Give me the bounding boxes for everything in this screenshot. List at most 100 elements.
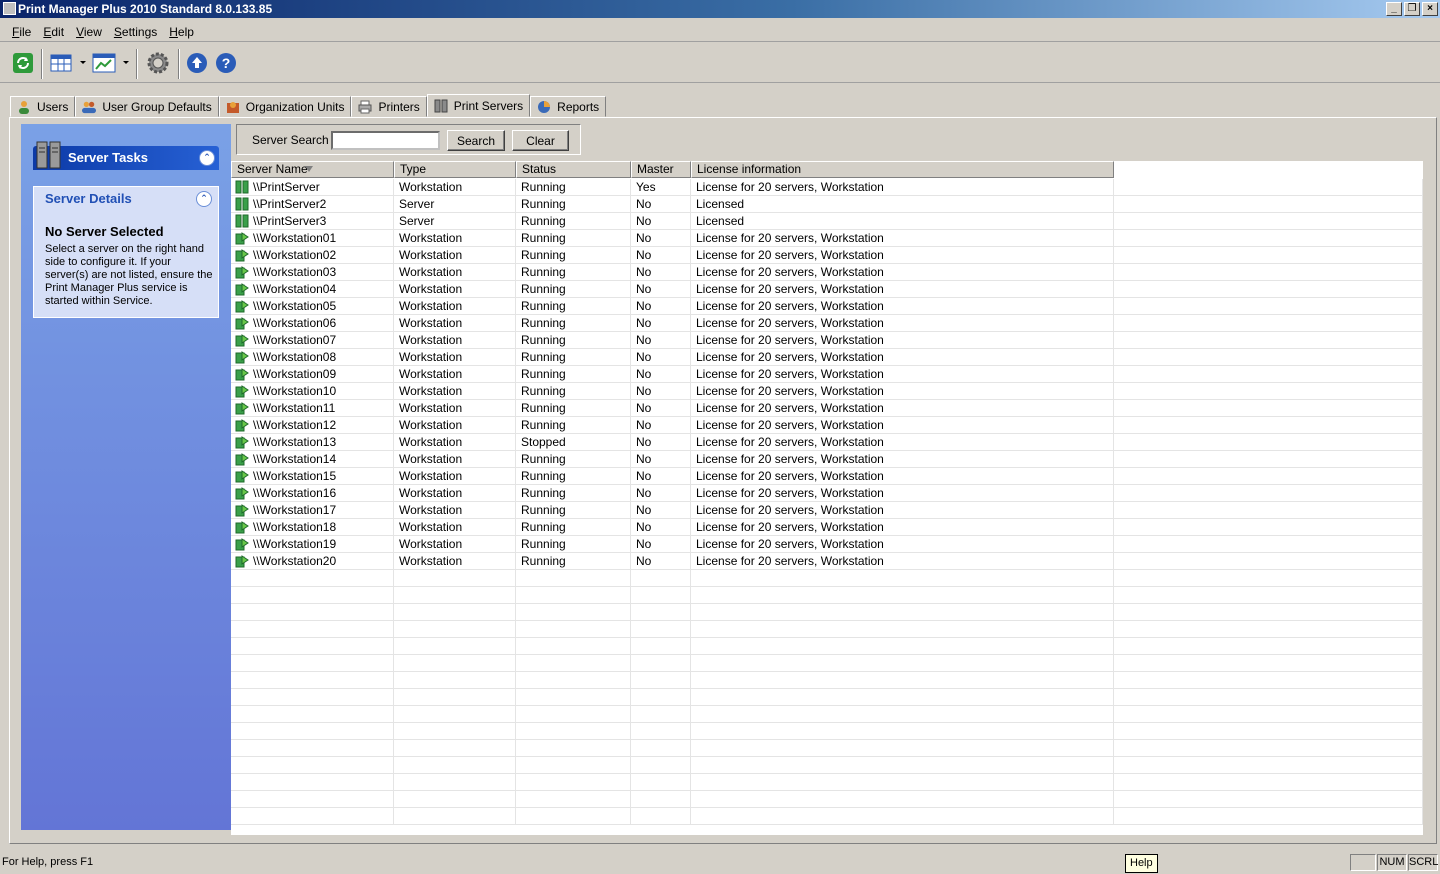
cell-master	[631, 723, 691, 740]
collapse-details-icon[interactable]: ⌃	[196, 191, 212, 207]
upload-button[interactable]	[183, 49, 211, 77]
table-row[interactable]: \\Workstation06 Workstation Running No Licen…	[231, 315, 1423, 332]
workstation-arrow-icon	[235, 249, 249, 262]
table-row[interactable]: \\Workstation17 Workstation Running No Licen…	[231, 502, 1423, 519]
table-row[interactable]: \\PrintServer3 Server Running No Licensed	[231, 213, 1423, 230]
empty-row	[231, 757, 1423, 774]
menu-file[interactable]: File	[6, 25, 37, 39]
cell-server-name	[231, 689, 394, 706]
empty-row	[231, 689, 1423, 706]
table-row[interactable]: \\Workstation18 Workstation Running No Licen…	[231, 519, 1423, 536]
table-row[interactable]: \\Workstation12 Workstation Running No Licen…	[231, 417, 1423, 434]
table-row[interactable]: \\Workstation14 Workstation Running No Licen…	[231, 451, 1423, 468]
cell-status	[516, 621, 631, 638]
menu-view[interactable]: View	[70, 25, 108, 39]
cell-type	[394, 621, 516, 638]
server-tasks-header[interactable]: Server Tasks ⌃	[33, 141, 219, 170]
cell-empty	[1114, 264, 1423, 281]
tab-reports[interactable]: Reports	[530, 96, 607, 117]
table-row[interactable]: \\Workstation19 Workstation Running No Licen…	[231, 536, 1423, 553]
table-row[interactable]: \\Workstation07 Workstation Running No Licen…	[231, 332, 1423, 349]
cell-server-name: \\Workstation08	[231, 349, 394, 366]
server-details-header[interactable]: Server Details ⌃	[33, 186, 219, 210]
view-grid-icon	[50, 54, 72, 72]
tab-users[interactable]: Users	[10, 96, 76, 117]
tab-print-servers[interactable]: Print Servers	[426, 94, 531, 117]
status-pane-scrl: SCRL	[1408, 854, 1438, 871]
empty-row	[231, 655, 1423, 672]
table-row[interactable]: \\Workstation01 Workstation Running No Licen…	[231, 230, 1423, 247]
clear-button[interactable]: Clear	[512, 130, 569, 151]
server-details-title: Server Details	[45, 191, 132, 206]
table-row[interactable]: \\PrintServer Workstation Running Yes Licens…	[231, 179, 1423, 196]
column-master[interactable]: Master	[631, 161, 691, 178]
table-row[interactable]: \\Workstation10 Workstation Running No Licen…	[231, 383, 1423, 400]
tab-user-group-defaults[interactable]: User Group Defaults	[75, 96, 219, 117]
cell-type	[394, 791, 516, 808]
cell-master	[631, 808, 691, 825]
column-type[interactable]: Type	[394, 161, 516, 178]
refresh-button[interactable]	[9, 49, 37, 77]
column-server-name[interactable]: Server Name	[231, 161, 394, 178]
server-search-input[interactable]	[331, 131, 440, 150]
table-row[interactable]: \\Workstation16 Workstation Running No Licen…	[231, 485, 1423, 502]
tab-printers[interactable]: Printers	[351, 96, 427, 117]
table-row[interactable]: \\Workstation15 Workstation Running No Licen…	[231, 468, 1423, 485]
cell-status: Running	[516, 213, 631, 230]
table-row[interactable]: \\Workstation02 Workstation Running No Licen…	[231, 247, 1423, 264]
minimize-button[interactable]: _	[1386, 2, 1402, 16]
view-grid-button[interactable]	[47, 49, 75, 77]
tab-strip: Users User Group Defaults Organization U…	[10, 94, 607, 117]
collapse-tasks-icon[interactable]: ⌃	[199, 150, 215, 166]
cell-master	[631, 740, 691, 757]
close-button[interactable]: ×	[1422, 2, 1438, 16]
column-status[interactable]: Status	[516, 161, 631, 178]
cell-master: No	[631, 434, 691, 451]
cell-license: License for 20 servers, Workstation	[691, 417, 1114, 434]
table-row[interactable]: \\Workstation20 Workstation Running No Licen…	[231, 553, 1423, 570]
menu-edit[interactable]: Edit	[37, 25, 70, 39]
workstation-arrow-icon	[235, 538, 249, 551]
cell-master	[631, 774, 691, 791]
user-icon	[19, 100, 29, 114]
cell-type: Workstation	[394, 366, 516, 383]
cell-type: Workstation	[394, 400, 516, 417]
report-view-dropdown-icon[interactable]	[123, 61, 129, 64]
table-row[interactable]: \\Workstation13 Workstation Stopped No Licen…	[231, 434, 1423, 451]
table-row[interactable]: \\Workstation03 Workstation Running No Licen…	[231, 264, 1423, 281]
cell-status: Running	[516, 383, 631, 400]
cell-license: License for 20 servers, Workstation	[691, 451, 1114, 468]
menu-settings[interactable]: Settings	[108, 25, 163, 39]
cell-license: Licensed	[691, 213, 1114, 230]
table-row[interactable]: \\Workstation05 Workstation Running No Licen…	[231, 298, 1423, 315]
window-title: Print Manager Plus 2010 Standard 8.0.133…	[18, 2, 273, 16]
server-icon	[434, 99, 448, 112]
view-grid-dropdown-icon[interactable]	[80, 61, 86, 64]
cell-status: Running	[516, 417, 631, 434]
table-row[interactable]: \\Workstation04 Workstation Running No Licen…	[231, 281, 1423, 298]
column-license-information[interactable]: License information	[691, 161, 1114, 178]
cell-master: No	[631, 536, 691, 553]
table-row[interactable]: \\PrintServer2 Server Running No Licensed	[231, 196, 1423, 213]
cell-license: License for 20 servers, Workstation	[691, 434, 1114, 451]
tab-organization-units[interactable]: Organization Units	[218, 96, 352, 117]
maximize-button[interactable]: ❐	[1404, 2, 1420, 16]
search-button[interactable]: Search	[447, 130, 505, 151]
cell-empty	[1114, 366, 1423, 383]
table-row[interactable]: \\Workstation09 Workstation Running No Licen…	[231, 366, 1423, 383]
cell-server-name	[231, 723, 394, 740]
table-row[interactable]: \\Workstation08 Workstation Running No Licen…	[231, 349, 1423, 366]
cell-master	[631, 621, 691, 638]
settings-button[interactable]	[144, 49, 172, 77]
cell-license: License for 20 servers, Workstation	[691, 315, 1114, 332]
cell-type: Workstation	[394, 315, 516, 332]
help-button[interactable]: ?	[212, 49, 240, 77]
server-search-box: Server Search Search Clear	[236, 124, 581, 155]
help-icon: ?	[216, 53, 236, 73]
menu-help[interactable]: Help	[163, 25, 200, 39]
cell-server-name: \\Workstation18	[231, 519, 394, 536]
report-view-button[interactable]	[90, 49, 118, 77]
cell-license: License for 20 servers, Workstation	[691, 230, 1114, 247]
cell-empty	[1114, 638, 1423, 655]
table-row[interactable]: \\Workstation11 Workstation Running No Licen…	[231, 400, 1423, 417]
